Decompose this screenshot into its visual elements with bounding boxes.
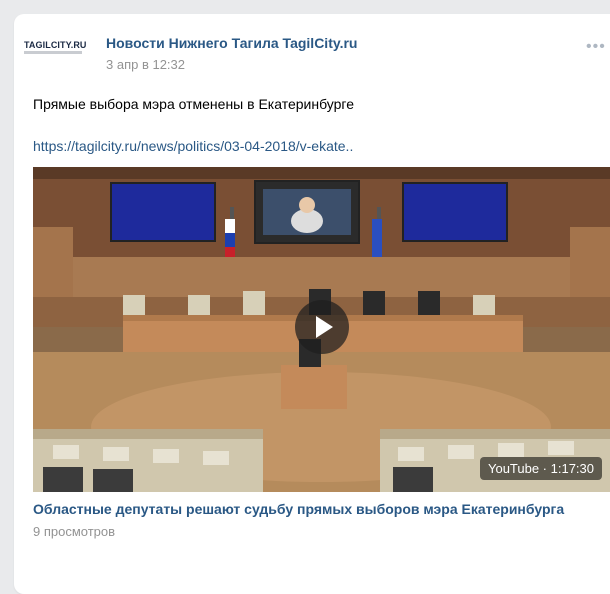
avatar[interactable]: TAGILCITY.RU (24, 34, 87, 60)
avatar-logo-tagline (24, 51, 82, 54)
author-name[interactable]: Новости Нижнего Тагила TagilCity.ru (106, 35, 358, 51)
video-title[interactable]: Областные депутаты решают судьбу прямых … (33, 501, 564, 517)
play-icon (316, 316, 333, 338)
avatar-logo-text: TAGILCITY.RU (24, 40, 87, 50)
video-player[interactable]: YouTube · 1:17:30 (33, 167, 610, 492)
video-duration-badge: YouTube · 1:17:30 (479, 457, 602, 480)
play-button[interactable] (295, 300, 349, 354)
post-text: Прямые выбора мэра отменены в Екатеринбу… (33, 96, 355, 112)
post-link[interactable]: https://tagilcity.ru/news/politics/03-04… (33, 138, 353, 154)
more-dots-icon[interactable]: ••• (586, 38, 606, 56)
post-date[interactable]: 3 апр в 12:32 (106, 57, 185, 72)
video-views: 9 просмотров (33, 524, 116, 539)
